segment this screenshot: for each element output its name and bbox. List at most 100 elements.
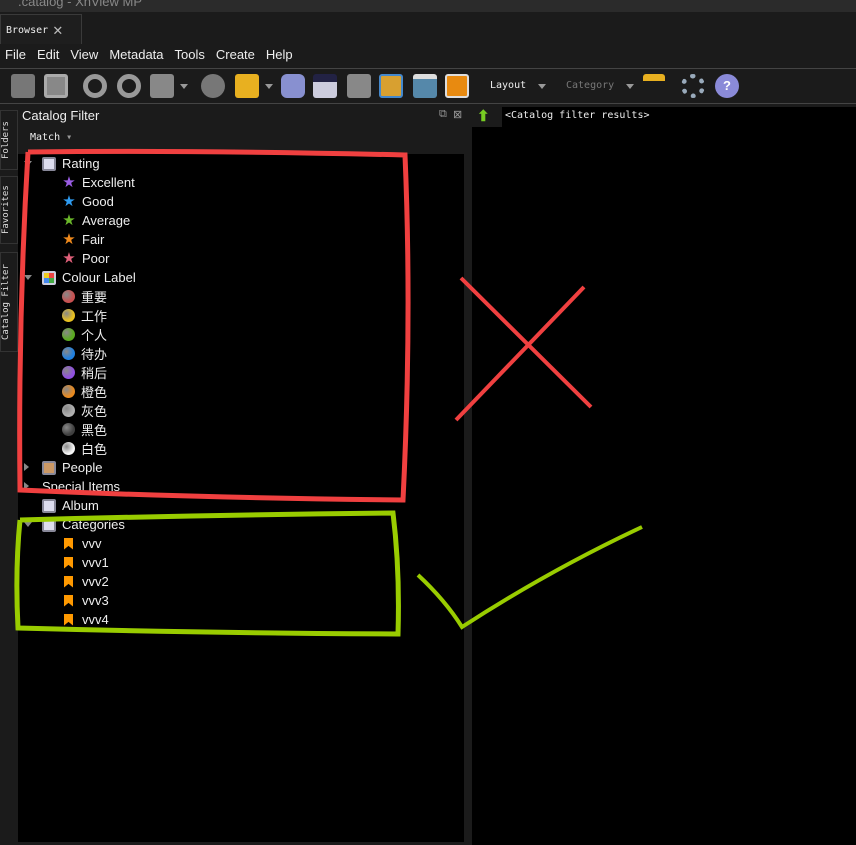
tab-bar: Browser ✕ — [0, 12, 856, 44]
tree-node-special-items[interactable]: Special Items — [42, 477, 120, 496]
collapse-arrow-icon[interactable] — [24, 463, 29, 471]
path-field[interactable]: <Catalog filter results> — [502, 107, 856, 127]
tab-browser[interactable]: Browser ✕ — [0, 14, 82, 44]
color-dot-icon — [62, 442, 75, 455]
expand-arrow-icon[interactable] — [24, 161, 32, 166]
tree-item-colour[interactable]: 白色 — [62, 439, 107, 458]
binoculars-icon[interactable] — [281, 74, 305, 98]
rotate-left-icon[interactable] — [83, 74, 107, 98]
fullscreen-icon[interactable] — [44, 74, 68, 98]
menu-help[interactable]: Help — [266, 44, 293, 66]
tree-label: vvv2 — [82, 574, 109, 589]
chevron-down-icon[interactable] — [538, 84, 546, 89]
tab-label: Browser — [6, 25, 49, 36]
tree-label: Good — [82, 194, 114, 209]
preview-icon[interactable] — [11, 74, 35, 98]
tree-label: vvv1 — [82, 555, 109, 570]
slideshow-icon[interactable] — [445, 74, 469, 98]
star-icon: ★ — [62, 211, 76, 229]
tree-item-category[interactable]: vvv3 — [62, 591, 109, 610]
menu-metadata[interactable]: Metadata — [109, 44, 163, 66]
bookmark-icon — [64, 537, 73, 550]
menu-create[interactable]: Create — [216, 44, 255, 66]
tree-item-category[interactable]: vvv4 — [62, 610, 109, 629]
tree-node-album[interactable]: Album — [42, 496, 99, 515]
color-dot-icon — [62, 328, 75, 341]
browser-pane: ⬆ <Catalog filter results> — [472, 106, 856, 845]
menu-file[interactable]: File — [5, 44, 26, 66]
tree-item-rating[interactable]: ★ Poor — [62, 249, 109, 268]
batch-icon[interactable] — [379, 74, 403, 98]
color-dot-icon — [62, 309, 75, 322]
side-tab-catalog-filter[interactable]: Catalog Filter — [0, 252, 18, 352]
menu-tools[interactable]: Tools — [175, 44, 205, 66]
tree-item-colour[interactable]: 黑色 — [62, 420, 107, 439]
tree-label: 白色 — [81, 442, 108, 457]
help-icon[interactable]: ? — [715, 74, 739, 98]
colour-label-icon — [42, 270, 56, 285]
match-label: Match — [30, 132, 61, 143]
tree-label: Fair — [82, 232, 105, 247]
chevron-down-icon[interactable] — [180, 84, 188, 89]
rotate-right-icon[interactable] — [117, 74, 141, 98]
tree-item-category[interactable]: vvv2 — [62, 572, 109, 591]
close-panel-icon[interactable]: ⊠ — [453, 108, 462, 121]
layout-button[interactable]: Layout — [490, 80, 526, 91]
tree-label: Album — [62, 498, 99, 513]
info-icon[interactable] — [201, 74, 225, 98]
tree-item-rating[interactable]: ★ Excellent — [62, 173, 135, 192]
tree-label: 黑色 — [81, 423, 108, 438]
close-icon[interactable]: ✕ — [53, 20, 63, 39]
print-icon[interactable] — [313, 74, 337, 98]
expand-arrow-icon[interactable] — [24, 522, 32, 527]
tree-label: People — [62, 460, 103, 475]
tree-item-colour[interactable]: 重要 — [62, 287, 107, 306]
tree-item-colour[interactable]: 稍后 — [62, 363, 107, 382]
categories-icon — [42, 517, 56, 532]
tree-item-colour[interactable]: 待办 — [62, 344, 107, 363]
toolbar: Layout Category ? — [0, 68, 856, 104]
chevron-down-icon[interactable] — [626, 84, 634, 89]
match-dropdown[interactable]: Match ▾ — [30, 132, 72, 143]
tree-node-people[interactable]: People — [42, 458, 102, 477]
tree-item-colour[interactable]: 个人 — [62, 325, 107, 344]
color-dot-icon — [62, 347, 75, 360]
tree-label: vvv3 — [82, 593, 109, 608]
tree-item-category[interactable]: vvv1 — [62, 553, 109, 572]
menu-edit[interactable]: Edit — [37, 44, 59, 66]
side-tab-folders[interactable]: Folders — [0, 110, 18, 170]
folder-tree-icon[interactable] — [643, 74, 665, 98]
tree-label: vvv4 — [82, 612, 109, 627]
float-icon[interactable]: ⧉ — [439, 108, 447, 121]
tree-node-rating[interactable]: Rating — [42, 154, 100, 173]
tree-item-colour[interactable]: 灰色 — [62, 401, 107, 420]
tree-item-rating[interactable]: ★ Good — [62, 192, 114, 211]
side-tab-favorites[interactable]: Favorites — [0, 176, 18, 244]
filter-tree: Rating ★ Excellent ★ Good ★ Average ★ Fair ★ Poor C… — [18, 154, 464, 842]
convert-icon[interactable] — [347, 74, 371, 98]
tree-item-category[interactable]: vvv — [62, 534, 102, 553]
tree-item-rating[interactable]: ★ Fair — [62, 230, 104, 249]
transform-icon[interactable] — [150, 74, 174, 98]
menu-view[interactable]: View — [70, 44, 98, 66]
tree-node-categories[interactable]: Categories — [42, 515, 125, 534]
tree-node-colour-label[interactable]: Colour Label — [42, 268, 136, 287]
catalog-filter-panel: Catalog Filter ⧉ ⊠ Match ▾ Rating ★ Excell… — [18, 106, 466, 845]
tree-item-rating[interactable]: ★ Average — [62, 211, 130, 230]
gear-icon[interactable] — [681, 74, 705, 98]
chevron-down-icon[interactable] — [265, 84, 273, 89]
tree-item-colour[interactable]: 工作 — [62, 306, 107, 325]
star-icon: ★ — [62, 249, 76, 267]
tree-label: 工作 — [81, 309, 108, 324]
side-tab-strip: Folders Favorites Catalog Filter — [0, 106, 18, 845]
tree-item-colour[interactable]: 橙色 — [62, 382, 107, 401]
up-arrow-icon[interactable]: ⬆ — [477, 107, 490, 125]
expand-arrow-icon[interactable] — [24, 275, 32, 280]
bookmark-icon — [64, 613, 73, 626]
menu-bar: File Edit View Metadata Tools Create Hel… — [0, 44, 856, 66]
collapse-arrow-icon[interactable] — [24, 482, 29, 490]
capture-icon[interactable] — [413, 74, 437, 98]
category-button[interactable]: Category — [566, 80, 614, 91]
export-icon[interactable] — [235, 74, 259, 98]
tree-label: Excellent — [82, 175, 135, 190]
